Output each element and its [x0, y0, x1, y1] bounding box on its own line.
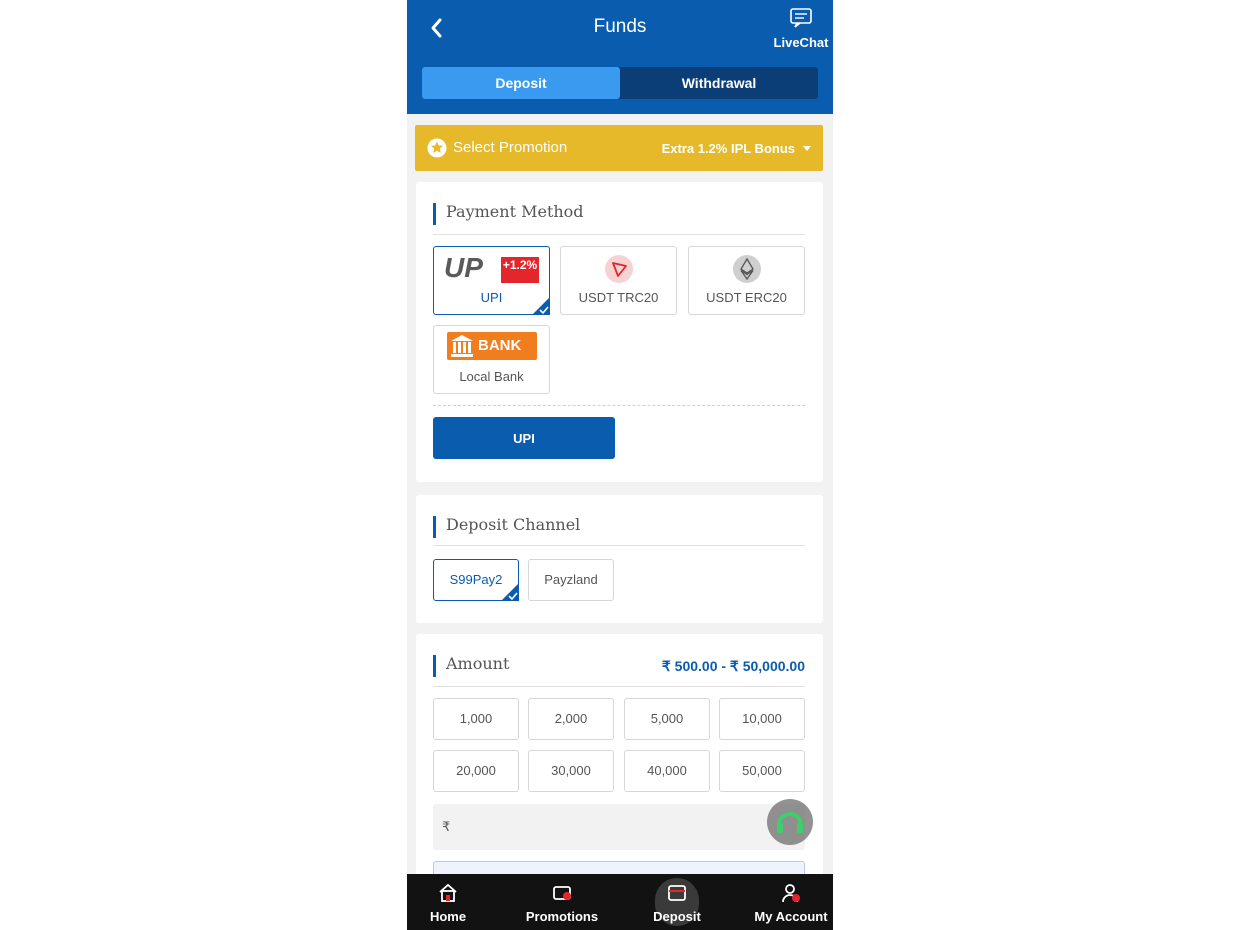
user-icon [782, 884, 800, 903]
nav-my-account[interactable]: My Account [745, 874, 833, 930]
nav-deposit[interactable]: Deposit [634, 874, 720, 930]
bank-logo-text: BANK [478, 337, 522, 354]
header: Funds LiveChat Deposit Withdrawal [407, 0, 833, 114]
svg-text:UP: UP [444, 253, 483, 283]
tab-withdrawal[interactable]: Withdrawal [620, 67, 818, 99]
payment-method-local-bank[interactable]: BANK Local Bank [433, 325, 550, 394]
nav-label: My Account [754, 909, 828, 924]
nav-label: Deposit [653, 909, 701, 924]
amount-input[interactable] [457, 812, 757, 842]
channel-payzland[interactable]: Payzland [528, 559, 614, 601]
check-corner-icon [532, 297, 550, 315]
amount-preset[interactable]: 40,000 [624, 750, 710, 792]
amount-preset[interactable]: 30,000 [528, 750, 614, 792]
ticket-icon [553, 886, 571, 900]
customer-support-button[interactable] [767, 799, 813, 845]
payment-method-upi[interactable]: UP +1.2% UPI [433, 246, 550, 315]
ethereum-icon [733, 255, 761, 283]
payment-method-usdt-trc20[interactable]: USDT TRC20 [560, 246, 677, 315]
channel-name: S99Pay2 [449, 572, 503, 587]
bottom-nav: Home Promotions Deposit My Account [407, 874, 833, 930]
page-title: Funds [593, 16, 647, 37]
amount-preset[interactable]: 50,000 [719, 750, 805, 792]
promotion-label: Select Promotion [453, 139, 568, 156]
amount-title: Amount [433, 655, 509, 677]
divider [433, 405, 805, 406]
deposit-channel-card: Deposit Channel S99Pay2 Payzland [416, 495, 823, 623]
promotion-badge-icon [427, 138, 447, 158]
home-icon [439, 883, 457, 902]
divider [433, 234, 805, 235]
amount-preset[interactable]: 1,000 [433, 698, 519, 740]
check-corner-icon [501, 583, 519, 601]
nav-label: Home [429, 909, 467, 924]
channel-s99pay2[interactable]: S99Pay2 [433, 559, 519, 601]
channel-name: Payzland [544, 572, 598, 587]
selected-method-button[interactable]: UPI [433, 417, 615, 459]
livechat-label: LiveChat [773, 35, 829, 50]
deposit-channel-title: Deposit Channel [433, 516, 580, 538]
nav-label: Promotions [525, 909, 599, 924]
divider [433, 686, 805, 687]
caret-down-icon [803, 146, 811, 151]
amount-input-field: ₹ [433, 804, 805, 850]
livechat-button[interactable]: LiveChat [771, 8, 831, 50]
tron-icon [605, 255, 633, 283]
headset-icon [777, 812, 803, 833]
payment-method-title: Payment Method [433, 203, 584, 225]
currency-symbol: ₹ [442, 819, 451, 834]
payment-method-card: Payment Method UP +1.2% UPI USDT TRC20 U… [416, 182, 823, 482]
divider [433, 545, 805, 546]
amount-range: ₹ 500.00 - ₹ 50,000.00 [661, 658, 805, 674]
amount-preset[interactable]: 10,000 [719, 698, 805, 740]
payment-method-usdt-erc20[interactable]: USDT ERC20 [688, 246, 805, 315]
amount-preset[interactable]: 5,000 [624, 698, 710, 740]
upi-bonus-badge: +1.2% [502, 258, 538, 272]
promotion-value: Extra 1.2% IPL Bonus [661, 141, 795, 156]
app-screen: Funds LiveChat Deposit Withdrawal Select… [407, 0, 833, 930]
nav-promotions[interactable]: Promotions [513, 874, 611, 930]
payment-method-name: USDT TRC20 [578, 290, 659, 305]
nav-home[interactable]: Home [407, 874, 489, 930]
amount-preset[interactable]: 2,000 [528, 698, 614, 740]
payment-method-name: USDT ERC20 [706, 290, 787, 305]
amount-card: Amount ₹ 500.00 - ₹ 50,000.00 1,000 2,00… [416, 634, 823, 901]
funds-tabs: Deposit Withdrawal [422, 67, 818, 99]
amount-preset[interactable]: 20,000 [433, 750, 519, 792]
promotion-select[interactable]: Select Promotion Extra 1.2% IPL Bonus [415, 125, 823, 171]
payment-method-name: Local Bank [459, 369, 524, 384]
chat-icon [790, 8, 812, 28]
wallet-icon [668, 885, 686, 901]
tab-deposit[interactable]: Deposit [422, 67, 620, 99]
